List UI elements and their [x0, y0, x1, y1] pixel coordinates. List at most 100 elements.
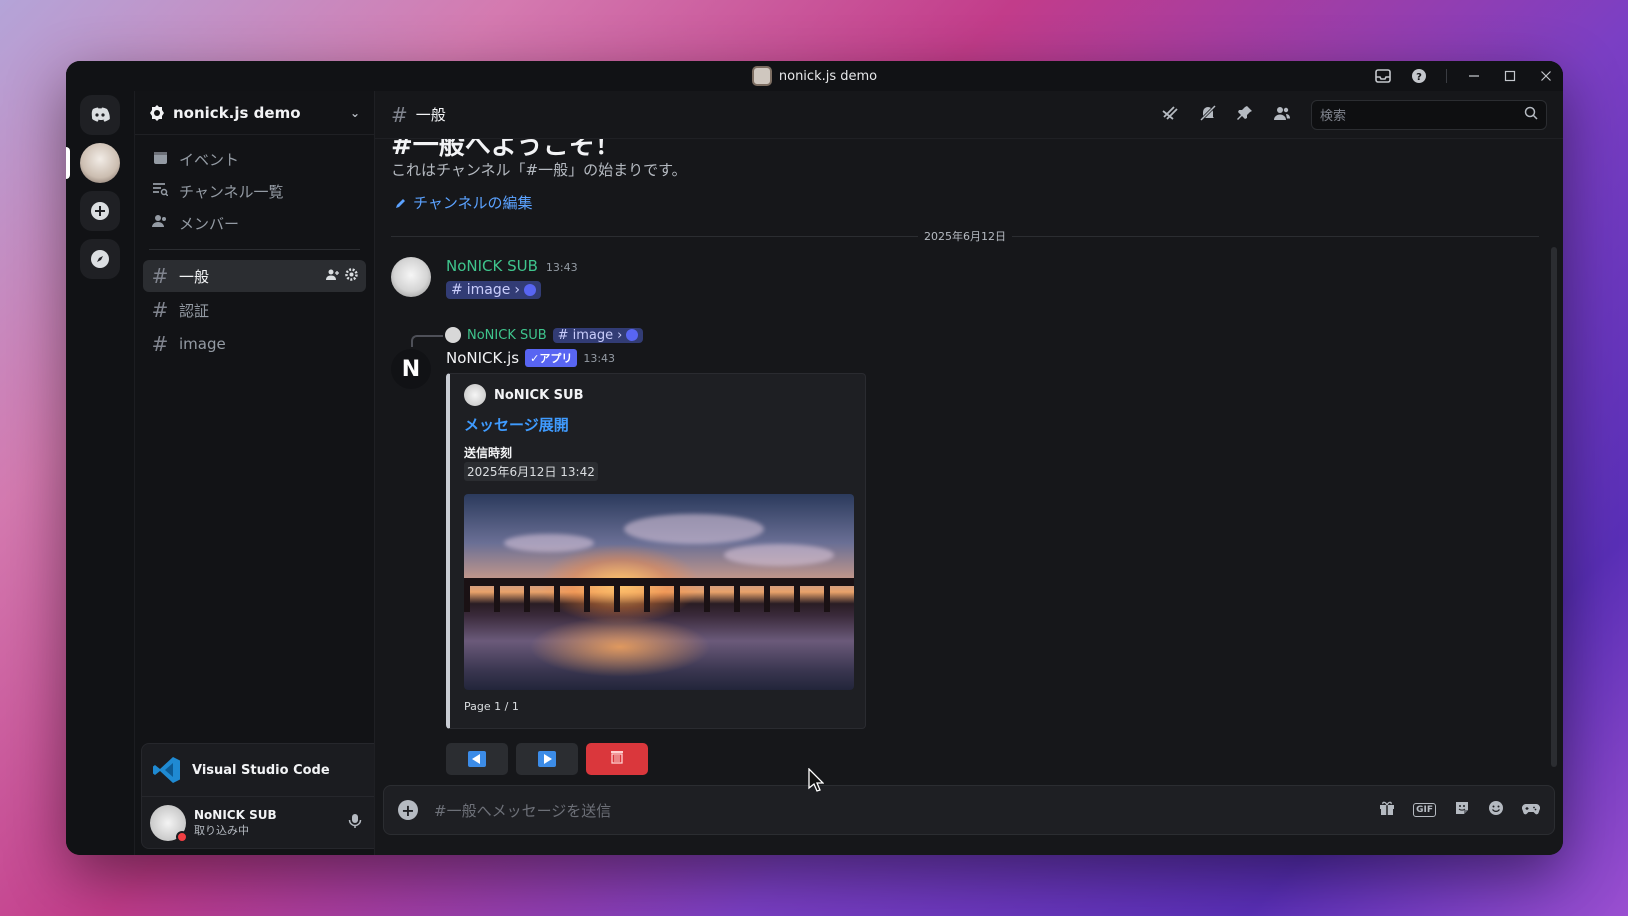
arrow-right-icon: [538, 751, 556, 767]
nav-events[interactable]: イベント: [143, 143, 366, 175]
channel-mention[interactable]: # image ›: [446, 281, 541, 299]
chat-bubble-icon: [523, 284, 536, 296]
vscode-logo-icon: [152, 755, 182, 785]
embed-field-name: 送信時刻: [464, 446, 513, 460]
titlebar-divider: [1446, 69, 1447, 83]
emoji-icon[interactable]: [1488, 800, 1504, 820]
previous-page-button[interactable]: [446, 743, 508, 775]
inbox-icon[interactable]: [1374, 67, 1392, 85]
reply-author: NoNICK SUB: [467, 327, 547, 343]
hash-icon: #: [151, 264, 169, 288]
server-nonick-demo-avatar[interactable]: [66, 143, 120, 183]
message-list[interactable]: #一般へようこそ！ これはチャンネル「#一般」の始まりです。 チャンネルの編集 …: [375, 139, 1563, 789]
dnd-status-indicator: [176, 830, 188, 843]
nav-members[interactable]: メンバー: [143, 207, 366, 239]
embed-image-sunset-bridge[interactable]: [464, 494, 854, 690]
channel-welcome-subtitle: これはチャンネル「#一般」の始まりです。: [391, 161, 687, 179]
add-attachment-icon[interactable]: +: [398, 800, 418, 820]
channel-mention[interactable]: # image ›: [552, 327, 644, 343]
sidebar-divider: [149, 249, 360, 250]
channel-image-label: image: [179, 335, 226, 353]
channel-mention-label: image: [466, 282, 511, 298]
chevron-right-icon: ›: [514, 282, 520, 298]
embed-author-name: NoNICK SUB: [494, 387, 584, 403]
hash-icon: #: [151, 332, 169, 356]
gif-icon[interactable]: GIF: [1413, 803, 1436, 817]
chevron-right-icon: ›: [617, 327, 623, 343]
composer-placeholder: #一般へメッセージを送信: [434, 801, 612, 820]
server-rail: [66, 91, 134, 855]
channel-settings-gear-icon[interactable]: [345, 267, 358, 285]
avatar: [445, 327, 461, 343]
channel-list-icon: [151, 182, 169, 200]
channel-title: 一般: [415, 106, 446, 124]
channel-general[interactable]: # 一般: [143, 260, 366, 292]
reply-reference[interactable]: NoNICK SUB # image ›: [445, 327, 644, 343]
mouse-cursor-icon: [808, 768, 824, 792]
gift-icon[interactable]: [1379, 800, 1395, 820]
embed-title[interactable]: メッセージ展開: [464, 414, 569, 435]
calendar-icon: [151, 150, 169, 169]
window-title-text: nonick.js demo: [778, 68, 878, 84]
search-input[interactable]: 検索: [1311, 99, 1547, 130]
pin-icon[interactable]: [1237, 105, 1253, 125]
members-icon: [151, 214, 169, 232]
nav-events-label: イベント: [179, 150, 240, 169]
pencil-icon: [396, 198, 405, 208]
guild-header[interactable]: nonick.js demo ⌄: [135, 91, 374, 135]
bot-avatar[interactable]: N: [391, 349, 431, 389]
channel-auth[interactable]: # 認証: [143, 294, 366, 326]
hash-icon: #: [451, 282, 463, 298]
edit-channel-link[interactable]: チャンネルの編集: [395, 192, 533, 213]
trash-icon: [609, 750, 625, 768]
help-icon[interactable]: ?: [1410, 67, 1428, 85]
window-title: nonick.js demo: [751, 66, 878, 86]
chat-bubble-icon: [626, 329, 639, 341]
maximize-icon[interactable]: [1501, 67, 1519, 85]
threads-icon[interactable]: [1161, 105, 1179, 125]
nav-members-label: メンバー: [179, 214, 240, 233]
server-icon: [751, 66, 772, 86]
nav-channel-list[interactable]: チャンネル一覧: [143, 175, 366, 207]
guild-badge-icon: [150, 104, 164, 121]
guild-name: nonick.js demo: [173, 103, 301, 122]
invite-member-icon[interactable]: [326, 268, 339, 285]
titlebar: nonick.js demo ?: [66, 61, 1563, 91]
message-composer[interactable]: + #一般へメッセージを送信 GIF: [383, 785, 1555, 835]
channel-image[interactable]: # image: [143, 328, 366, 360]
chevron-down-icon: ⌄: [349, 105, 360, 120]
discord-home-icon[interactable]: [80, 95, 120, 135]
date-separator-label: 2025年6月12日: [918, 228, 1012, 244]
sticker-icon[interactable]: [1454, 800, 1470, 820]
notification-muted-icon[interactable]: [1199, 104, 1217, 126]
svg-text:?: ?: [1416, 72, 1422, 83]
message-author[interactable]: NoNICK SUB: [446, 257, 538, 275]
avatar[interactable]: [150, 804, 188, 843]
hash-icon: #: [151, 298, 169, 322]
activity-app-name: Visual Studio Code: [192, 762, 330, 778]
search-placeholder: 検索: [1320, 109, 1347, 124]
reply-connector: [411, 335, 443, 347]
message-author[interactable]: NoNICK.js: [446, 349, 519, 367]
discover-compass-icon[interactable]: [80, 239, 120, 279]
embed-button-row: [446, 743, 648, 775]
minimize-icon[interactable]: [1465, 67, 1483, 85]
scrollbar[interactable]: [1551, 247, 1557, 767]
avatar[interactable]: [391, 257, 431, 297]
discord-window: nonick.js demo ? nonick.js demo ⌄ イベント チ…: [66, 61, 1563, 855]
message-timestamp: 13:43: [545, 261, 578, 274]
close-icon[interactable]: [1537, 67, 1555, 85]
channel-sidebar: nonick.js demo ⌄ イベント チャンネル一覧 メンバー # 一般 …: [134, 91, 431, 855]
add-server-icon[interactable]: [80, 191, 120, 231]
reply-channel-label: image: [572, 327, 614, 343]
delete-button[interactable]: [586, 743, 648, 775]
embed-field-value: 2025年6月12日 13:42: [464, 462, 598, 481]
user-name: NoNICK SUB: [194, 807, 277, 822]
next-page-button[interactable]: [516, 743, 578, 775]
member-list-icon[interactable]: [1273, 105, 1291, 125]
microphone-icon[interactable]: [348, 813, 362, 833]
search-icon: [1524, 106, 1538, 124]
app-badge: ✓アプリ: [525, 349, 578, 367]
embed-author: NoNICK SUB: [464, 384, 584, 406]
activities-gamepad-icon[interactable]: [1521, 801, 1541, 820]
